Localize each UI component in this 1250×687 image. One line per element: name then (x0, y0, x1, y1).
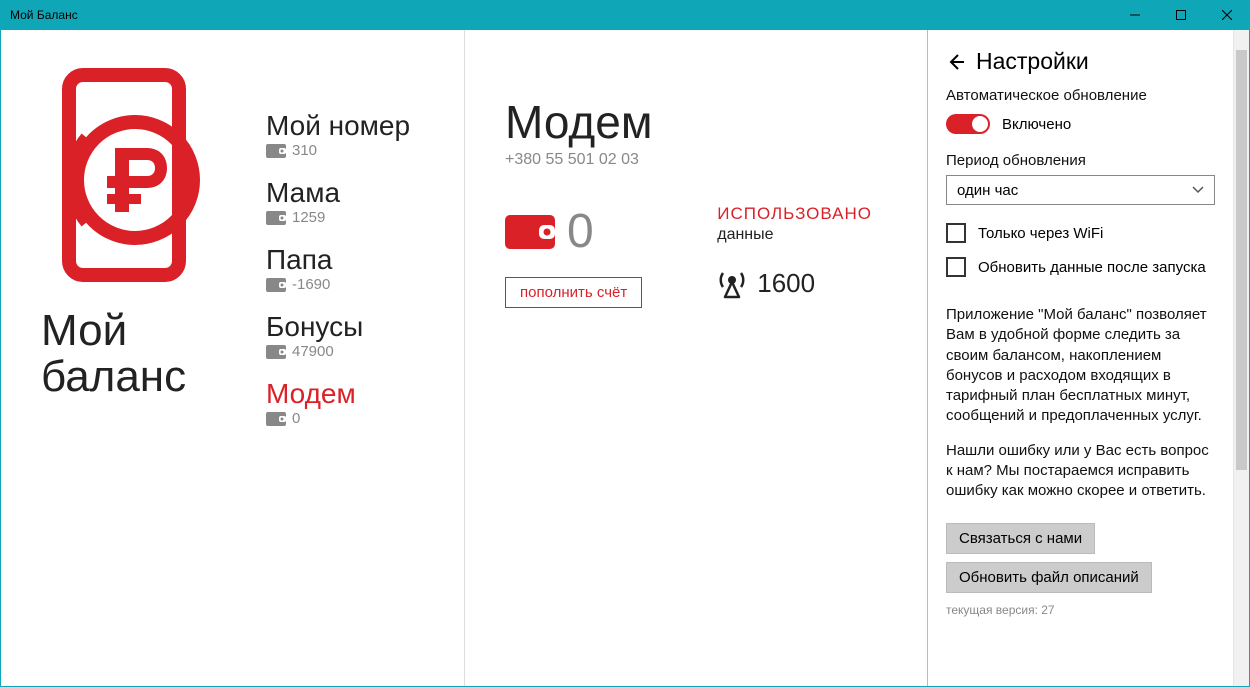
detail-title: Модем (505, 95, 887, 149)
account-name: Мой номер (266, 110, 444, 142)
version-label: текущая версия: 27 (946, 603, 1215, 617)
window-close-button[interactable] (1204, 0, 1250, 30)
app-name: Мой баланс (41, 308, 186, 400)
update-on-launch-checkbox[interactable] (946, 257, 966, 277)
update-on-launch-label: Обновить данные после запуска (978, 259, 1206, 276)
account-name: Модем (266, 378, 444, 410)
account-name: Мама (266, 177, 444, 209)
app-name-line2: баланс (41, 354, 186, 400)
settings-description: Приложение "Мой баланс" позволяет Вам в … (946, 305, 1215, 501)
contact-button[interactable]: Связаться с нами (946, 523, 1095, 554)
period-value: один час (957, 182, 1018, 199)
window-maximize-button[interactable] (1158, 0, 1204, 30)
account-balance: 47900 (292, 343, 334, 360)
detail-balance: 0 (567, 204, 594, 259)
accounts-list: Мой номер 310 Мама 1259 Папа (241, 60, 444, 686)
wallet-icon (266, 278, 286, 292)
topup-button[interactable]: пополнить счёт (505, 277, 642, 308)
auto-update-toggle[interactable] (946, 114, 990, 134)
auto-update-state: Включено (1002, 116, 1071, 133)
update-definitions-button[interactable]: Обновить файл описаний (946, 562, 1152, 593)
account-balance: -1690 (292, 276, 330, 293)
period-select[interactable]: один час (946, 175, 1215, 205)
used-label: ИСПОЛЬЗОВАНО (717, 204, 872, 224)
wallet-icon (266, 144, 286, 158)
account-name: Папа (266, 244, 444, 276)
window-titlebar: Мой Баланс (0, 0, 1250, 30)
chevron-down-icon (1192, 186, 1204, 194)
sidebar-item-modem[interactable]: Модем 0 (266, 378, 444, 427)
used-value: 1600 (757, 268, 815, 299)
account-balance: 310 (292, 142, 317, 159)
back-arrow-icon[interactable] (946, 52, 966, 72)
window-minimize-button[interactable] (1112, 0, 1158, 30)
desc-paragraph: Приложение "Мой баланс" позволяет Вам в … (946, 305, 1215, 427)
scrollbar-thumb[interactable] (1236, 50, 1247, 470)
detail-phone: +380 55 501 02 03 (505, 151, 887, 169)
wallet-icon (266, 412, 286, 426)
sidebar-item-my-number[interactable]: Мой номер 310 (266, 110, 444, 159)
settings-title: Настройки (976, 48, 1089, 75)
auto-update-label: Автоматическое обновление (946, 87, 1215, 104)
sidebar-item-papa[interactable]: Папа -1690 (266, 244, 444, 293)
sidebar-item-mama[interactable]: Мама 1259 (266, 177, 444, 226)
wallet-icon (266, 211, 286, 225)
account-detail: Модем +380 55 501 02 03 0 пополнить счёт (464, 30, 927, 686)
account-balance: 0 (292, 410, 300, 427)
used-sublabel: данные (717, 226, 872, 244)
app-name-line1: Мой (41, 308, 186, 354)
app-logo-icon (41, 60, 206, 290)
antenna-icon (717, 269, 747, 299)
wallet-icon (266, 345, 286, 359)
window-title: Мой Баланс (10, 8, 1112, 22)
account-balance: 1259 (292, 209, 325, 226)
sidebar-item-bonuses[interactable]: Бонусы 47900 (266, 311, 444, 360)
wifi-only-label: Только через WiFi (978, 225, 1103, 242)
sidebar: Мой баланс Мой номер 310 Мама 1259 (1, 30, 464, 686)
period-label: Период обновления (946, 152, 1215, 169)
account-name: Бонусы (266, 311, 444, 343)
settings-panel: Настройки Автоматическое обновление Вклю… (927, 30, 1249, 686)
scrollbar[interactable] (1233, 30, 1249, 686)
wallet-icon (505, 213, 555, 251)
desc-paragraph: Нашли ошибку или у Вас есть вопрос к нам… (946, 441, 1215, 502)
wifi-only-checkbox[interactable] (946, 223, 966, 243)
